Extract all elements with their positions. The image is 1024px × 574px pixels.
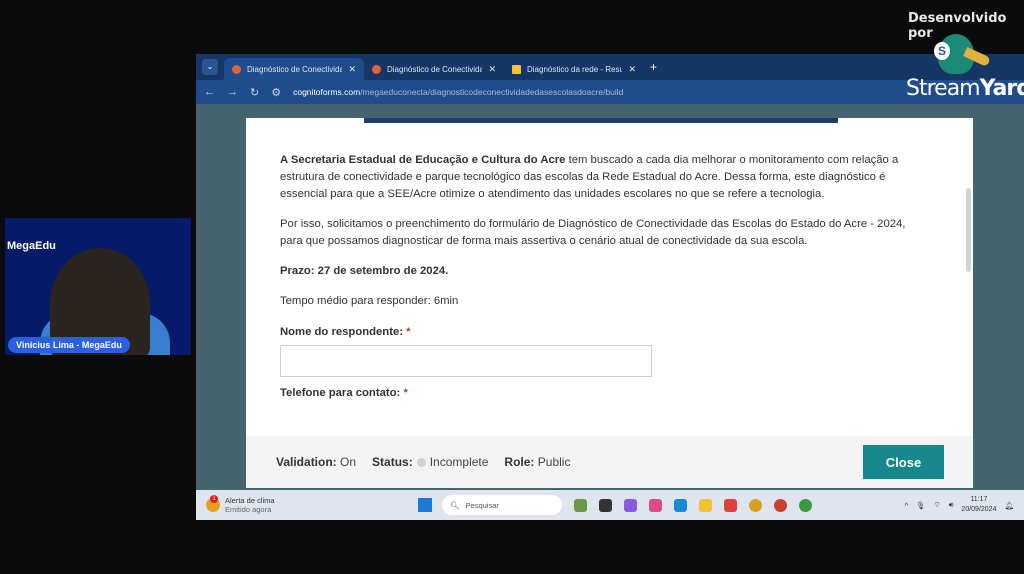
megaedu-logo: MegaEdu: [7, 240, 56, 252]
chrome-icon[interactable]: [774, 498, 787, 512]
form-preview-modal: A Secretaria Estadual de Educação e Cult…: [246, 118, 973, 488]
edge-icon[interactable]: [674, 498, 687, 512]
validation-value: On: [340, 455, 357, 469]
file-explorer-icon[interactable]: [699, 498, 712, 512]
mic-icon[interactable]: 🎙︎: [916, 501, 926, 510]
tab-search-button[interactable]: ⌄: [202, 59, 218, 75]
reload-icon[interactable]: ↻: [250, 86, 259, 99]
back-icon[interactable]: ←: [204, 86, 215, 98]
form-header-bar: [364, 118, 838, 123]
system-tray: ^ 🎙︎ ⌔ 🔊︎ 11:17 20/09/2024 🔔︎: [905, 495, 1014, 515]
wifi-icon[interactable]: ⌔: [934, 500, 941, 510]
avg-time: Tempo médio para responder: 6min: [280, 295, 459, 307]
copilot-icon[interactable]: [624, 498, 637, 512]
new-tab-button[interactable]: +: [650, 60, 657, 74]
close-tab-icon[interactable]: ✕: [348, 64, 356, 75]
notification-icon[interactable]: 🔔︎: [1004, 501, 1014, 510]
taskbar-search[interactable]: 🔍︎ Pesquisar: [442, 495, 562, 515]
cognito-favicon-icon: [372, 64, 381, 74]
name-input[interactable]: [280, 345, 652, 377]
field-label-phone: Telefone para contato: *: [280, 387, 408, 399]
address-bar: ← → ↻ ⚙ cognitoforms.com/megaeduconecta/…: [196, 80, 1024, 104]
chrome-icon[interactable]: [799, 498, 812, 512]
slides-favicon-icon: [512, 64, 521, 74]
webcam-feed: MegaEdu Vinicius Lima - MegaEdu: [5, 218, 191, 355]
weather-alert-icon: 1: [206, 495, 220, 512]
cognito-favicon-icon: [232, 64, 241, 74]
intro-paragraph: A Secretaria Estadual de Educação e Cult…: [280, 154, 899, 200]
chevron-up-icon[interactable]: ^: [905, 501, 909, 510]
site-info-icon[interactable]: ⚙: [271, 86, 281, 99]
chrome-icon[interactable]: [749, 498, 762, 512]
app-icon[interactable]: [724, 498, 737, 512]
deadline: Prazo: 27 de setembro de 2024.: [280, 265, 449, 277]
field-label-name: Nome do respondente: *: [280, 326, 411, 338]
role-value: Public: [537, 455, 571, 469]
app-icon[interactable]: [599, 498, 612, 512]
close-tab-icon[interactable]: ✕: [628, 64, 636, 75]
modal-footer: Validation: On Status: Incomplete Role: P…: [246, 436, 973, 488]
status-value: Incomplete: [429, 455, 489, 469]
weather-widget[interactable]: 1 Alerta de clima Emitido agora: [206, 495, 406, 514]
app-icon[interactable]: [574, 498, 587, 512]
forward-icon[interactable]: →: [227, 86, 238, 98]
slack-icon[interactable]: [649, 498, 662, 512]
volume-icon[interactable]: 🔊︎: [949, 500, 954, 510]
windows-start-icon[interactable]: [418, 498, 432, 512]
presenter-name-tag: Vinicius Lima - MegaEdu: [8, 337, 130, 353]
scrollbar[interactable]: [966, 188, 971, 272]
url-field[interactable]: cognitoforms.com/megaeduconecta/diagnost…: [293, 87, 623, 97]
tab-strip: ⌄ Diagnóstico de Conectividade ✕ Diagnóst…: [196, 54, 1024, 80]
taskbar: 1 Alerta de clima Emitido agora 🔍︎ Pesquis…: [196, 490, 1024, 520]
streamyard-logo: S StreamYard: [904, 34, 1024, 101]
clock[interactable]: 11:17 20/09/2024: [961, 495, 996, 515]
browser-window: ⌄ Diagnóstico de Conectividade ✕ Diagnóst…: [196, 54, 1024, 520]
status-dot-icon: [416, 458, 426, 468]
tab-3[interactable]: Diagnóstico da rede - Resumido✕: [504, 58, 644, 80]
close-tab-icon[interactable]: ✕: [488, 64, 496, 75]
tab-1[interactable]: Diagnóstico de Conectividade ✕: [224, 58, 364, 80]
paragraph-2: Por isso, solicitamos o preenchimento do…: [280, 218, 906, 247]
tab-2[interactable]: Diagnóstico de Conectividade ✕: [364, 58, 504, 80]
close-button[interactable]: Close: [863, 445, 944, 479]
search-icon: 🔍︎: [450, 500, 460, 510]
